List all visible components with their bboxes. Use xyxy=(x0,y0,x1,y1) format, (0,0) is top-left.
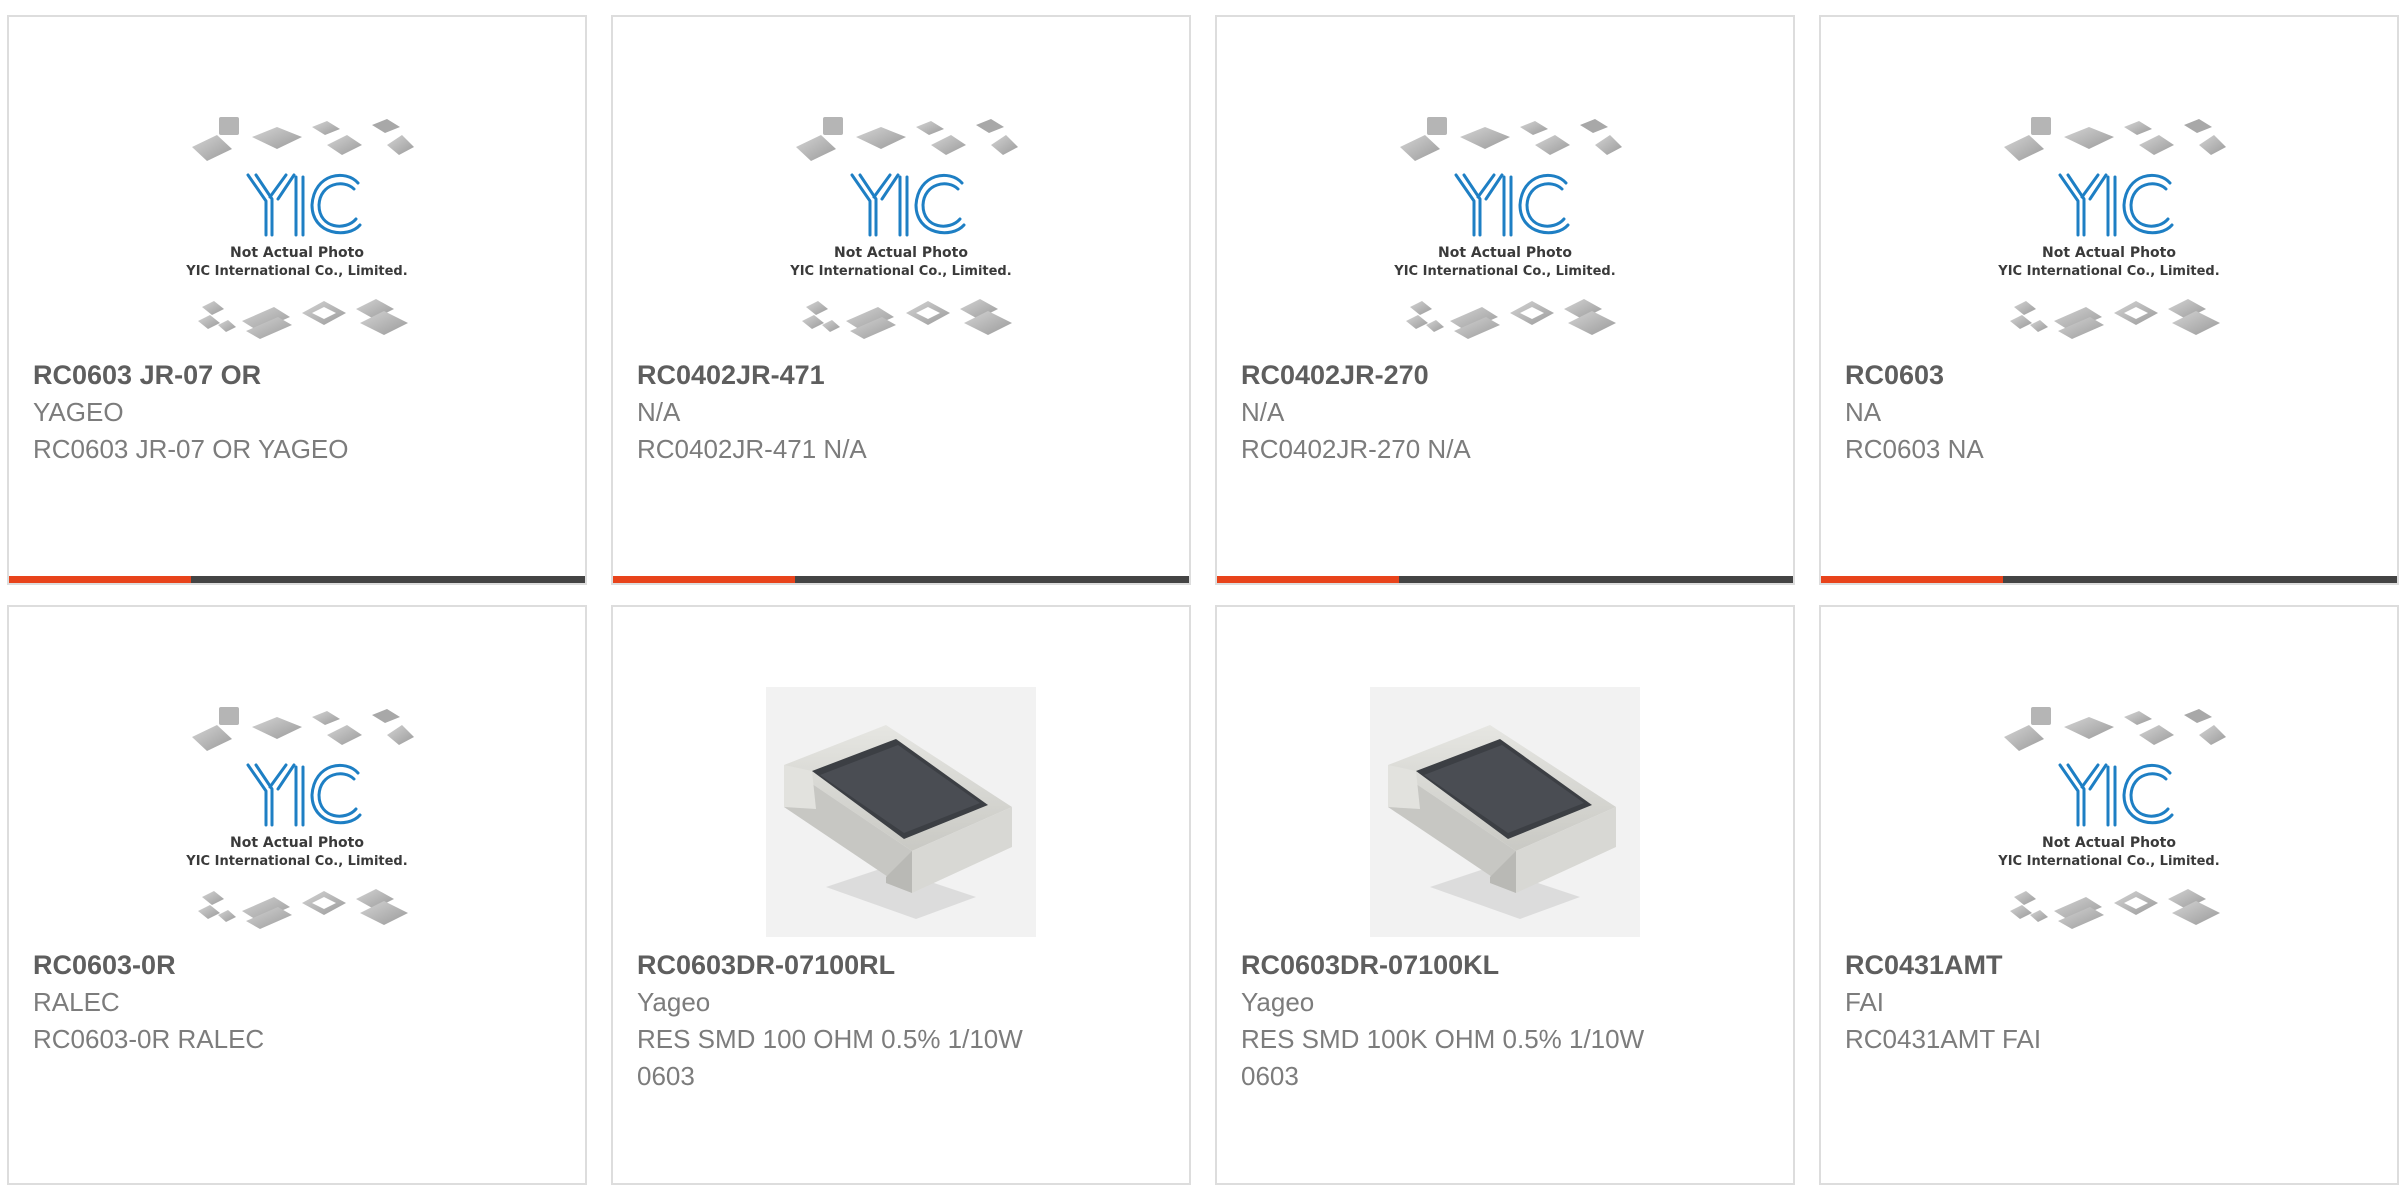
product-card[interactable]: RC0603DR-07100KL Yageo RES SMD 100K OHM … xyxy=(1215,605,1795,1185)
product-description: RC0603 JR-07 OR YAGEO xyxy=(33,434,349,464)
product-description: RC0402JR-471 N/A xyxy=(637,434,867,464)
product-image[interactable] xyxy=(1370,687,1640,937)
product-card[interactable]: RC0402JR-471 N/A RC0402JR-471 N/A xyxy=(611,15,1191,585)
product-card[interactable]: RC0603DR-07100RL Yageo RES SMD 100 OHM 0… xyxy=(611,605,1191,1185)
part-number-link[interactable]: RC0603DR-07100RL xyxy=(637,947,1165,984)
product-description: RC0603 NA xyxy=(1845,434,1984,464)
product-image[interactable] xyxy=(1974,687,2244,937)
manufacturer-label: Yageo xyxy=(637,987,711,1017)
product-info: RC0603 NA RC0603 NA xyxy=(1845,357,2373,468)
product-image[interactable] xyxy=(162,97,432,347)
part-number-link[interactable]: RC0431AMT xyxy=(1845,947,2373,984)
product-image[interactable] xyxy=(766,687,1036,937)
card-bottom-bar xyxy=(613,576,1189,583)
part-number-link[interactable]: RC0603DR-07100KL xyxy=(1241,947,1769,984)
product-card[interactable]: RC0603 JR-07 OR YAGEO RC0603 JR-07 OR YA… xyxy=(7,15,587,585)
manufacturer-label: YAGEO xyxy=(33,397,124,427)
manufacturer-label: NA xyxy=(1845,397,1882,427)
product-card[interactable]: RC0431AMT FAI RC0431AMT FAI xyxy=(1819,605,2399,1185)
product-card[interactable]: RC0603 NA RC0603 NA xyxy=(1819,15,2399,585)
product-grid: RC0603 JR-07 OR YAGEO RC0603 JR-07 OR YA… xyxy=(0,0,2400,1185)
card-accent-bar xyxy=(613,576,795,583)
product-info: RC0603-0R RALEC RC0603-0R RALEC xyxy=(33,947,561,1058)
part-number-link[interactable]: RC0603 xyxy=(1845,357,2373,394)
part-number-link[interactable]: RC0603 JR-07 OR xyxy=(33,357,561,394)
product-card[interactable]: RC0402JR-270 N/A RC0402JR-270 N/A xyxy=(1215,15,1795,585)
card-bottom-bar xyxy=(1821,576,2397,583)
product-description: RES SMD 100K OHM 0.5% 1/10W 0603 xyxy=(1241,1024,1645,1091)
product-info: RC0603DR-07100KL Yageo RES SMD 100K OHM … xyxy=(1241,947,1769,1095)
part-number-link[interactable]: RC0402JR-471 xyxy=(637,357,1165,394)
manufacturer-label: FAI xyxy=(1845,987,1885,1017)
manufacturer-label: RALEC xyxy=(33,987,120,1017)
manufacturer-label: N/A xyxy=(637,397,681,427)
product-description: RC0603-0R RALEC xyxy=(33,1024,265,1054)
card-accent-bar xyxy=(9,576,191,583)
product-info: RC0431AMT FAI RC0431AMT FAI xyxy=(1845,947,2373,1058)
product-info: RC0603 JR-07 OR YAGEO RC0603 JR-07 OR YA… xyxy=(33,357,561,468)
product-image[interactable] xyxy=(162,687,432,937)
part-number-link[interactable]: RC0402JR-270 xyxy=(1241,357,1769,394)
card-accent-bar xyxy=(1217,576,1399,583)
manufacturer-label: Yageo xyxy=(1241,987,1315,1017)
smd-resistor-photo xyxy=(766,687,1036,937)
card-accent-bar xyxy=(1821,576,2003,583)
product-info: RC0402JR-471 N/A RC0402JR-471 N/A xyxy=(637,357,1165,468)
part-number-link[interactable]: RC0603-0R xyxy=(33,947,561,984)
product-info: RC0603DR-07100RL Yageo RES SMD 100 OHM 0… xyxy=(637,947,1165,1095)
product-description: RC0431AMT FAI xyxy=(1845,1024,2042,1054)
product-description: RC0402JR-270 N/A xyxy=(1241,434,1471,464)
manufacturer-label: N/A xyxy=(1241,397,1285,427)
card-bottom-bar xyxy=(9,576,585,583)
card-bottom-bar xyxy=(1217,576,1793,583)
product-image[interactable] xyxy=(766,97,1036,347)
product-image[interactable] xyxy=(1370,97,1640,347)
product-image[interactable] xyxy=(1974,97,2244,347)
product-info: RC0402JR-270 N/A RC0402JR-270 N/A xyxy=(1241,357,1769,468)
product-card[interactable]: RC0603-0R RALEC RC0603-0R RALEC xyxy=(7,605,587,1185)
smd-resistor-photo xyxy=(1370,687,1640,937)
product-description: RES SMD 100 OHM 0.5% 1/10W 0603 xyxy=(637,1024,1023,1091)
